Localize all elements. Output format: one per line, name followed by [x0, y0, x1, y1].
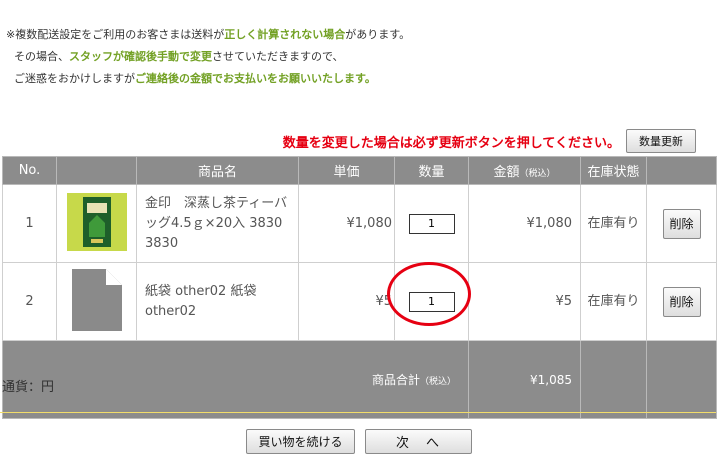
stock-status: 在庫有り — [580, 262, 647, 341]
header-product-name: 商品名 — [136, 156, 299, 185]
header-actions — [646, 156, 717, 185]
table-row: 1 金印 深蒸し茶ティーバッグ4.5ｇ×20入 3830 3830 ¥1,080… — [2, 184, 717, 263]
shipping-notice: ※複数配送設定をご利用のお客さまは送料が正しく計算されない場合があります。 その… — [6, 24, 410, 90]
notice-highlight: 正しく計算されない場合 — [224, 28, 346, 41]
row-number: 1 — [2, 184, 57, 263]
quantity-cell — [394, 184, 469, 263]
notice-text: その場合、 — [14, 50, 69, 63]
stock-status: 在庫有り — [580, 184, 647, 263]
product-name[interactable]: 金印 深蒸し茶ティーバッグ4.5ｇ×20入 3830 3830 — [136, 184, 299, 263]
update-warning-message: 数量を変更した場合は必ず更新ボタンを押してください。 — [282, 136, 620, 151]
row-number: 2 — [2, 262, 57, 341]
header-no: No. — [2, 156, 57, 185]
divider — [0, 412, 716, 413]
total-empty-cell — [580, 340, 647, 419]
header-stock: 在庫状態 — [580, 156, 647, 185]
notice-text: があります。 — [345, 28, 411, 41]
header-amount-label: 金額 — [493, 165, 520, 180]
delete-button[interactable]: 削除 — [662, 208, 701, 239]
header-amount-tax: （税込） — [519, 169, 556, 179]
continue-shopping-button[interactable]: 買い物を続ける — [246, 429, 355, 454]
header-amount: 金額（税込） — [468, 156, 581, 185]
next-button[interactable]: 次 へ — [365, 429, 472, 454]
cart-table: No. 商品名 単価 数量 金額（税込） 在庫状態 1 金印 深蒸し茶ティーバッ… — [2, 156, 717, 419]
header-quantity: 数量 — [394, 156, 469, 185]
product-name[interactable]: 紙袋 other02 紙袋 other02 — [136, 262, 299, 341]
unit-price: ¥5 — [298, 262, 395, 341]
notice-text: させていただきますので、 — [212, 50, 344, 63]
quantity-update-row: 数量を変更した場合は必ず更新ボタンを押してください。 数量更新 — [0, 129, 716, 155]
notice-line-2: その場合、スタッフが確認後手動で変更させていただきますので、 — [6, 46, 410, 68]
notice-highlight: スタッフが確認後手動で変更 — [69, 50, 212, 63]
delete-cell: 削除 — [646, 262, 717, 341]
currency-label: 通貨：円 — [2, 380, 55, 395]
header-unit-price: 単価 — [298, 156, 395, 185]
tea-package-image[interactable] — [66, 192, 127, 251]
quantity-input[interactable] — [408, 291, 455, 312]
table-row: 2 紙袋 other02 紙袋 other02 ¥5 ¥5 在庫有り 削除 — [2, 262, 717, 341]
quantity-cell — [394, 262, 469, 341]
total-empty-cell — [646, 340, 717, 419]
total-label: 商品合計 — [371, 373, 420, 387]
product-image-cell — [56, 184, 137, 263]
delete-cell: 削除 — [646, 184, 717, 263]
product-image-cell — [56, 262, 137, 341]
notice-text: ※複数配送設定をご利用のお客さまは送料が — [6, 28, 225, 41]
line-amount: ¥5 — [468, 262, 581, 341]
unit-price: ¥1,080 — [298, 184, 395, 263]
total-row: 商品合計（税込） ¥1,085 — [2, 340, 717, 419]
notice-line-3: ご迷惑をおかけしますがご連絡後の金額でお支払いをお願いいたします。 — [6, 68, 410, 90]
total-label-cell: 商品合計（税込） — [2, 340, 469, 419]
quantity-input[interactable] — [408, 213, 455, 234]
table-header-row: No. 商品名 単価 数量 金額（税込） 在庫状態 — [2, 156, 717, 185]
notice-line-1: ※複数配送設定をご利用のお客さまは送料が正しく計算されない場合があります。 — [6, 24, 410, 46]
delete-button[interactable]: 削除 — [662, 286, 701, 317]
line-amount: ¥1,080 — [468, 184, 581, 263]
total-value: ¥1,085 — [468, 340, 581, 419]
total-tax-note: （税込） — [419, 377, 456, 387]
document-placeholder-icon[interactable] — [71, 268, 122, 331]
notice-highlight: ご連絡後の金額でお支払いをお願いいたします。 — [135, 72, 376, 85]
header-image — [56, 156, 137, 185]
notice-text: ご迷惑をおかけしますが — [14, 72, 135, 85]
update-quantity-button[interactable]: 数量更新 — [626, 129, 696, 153]
